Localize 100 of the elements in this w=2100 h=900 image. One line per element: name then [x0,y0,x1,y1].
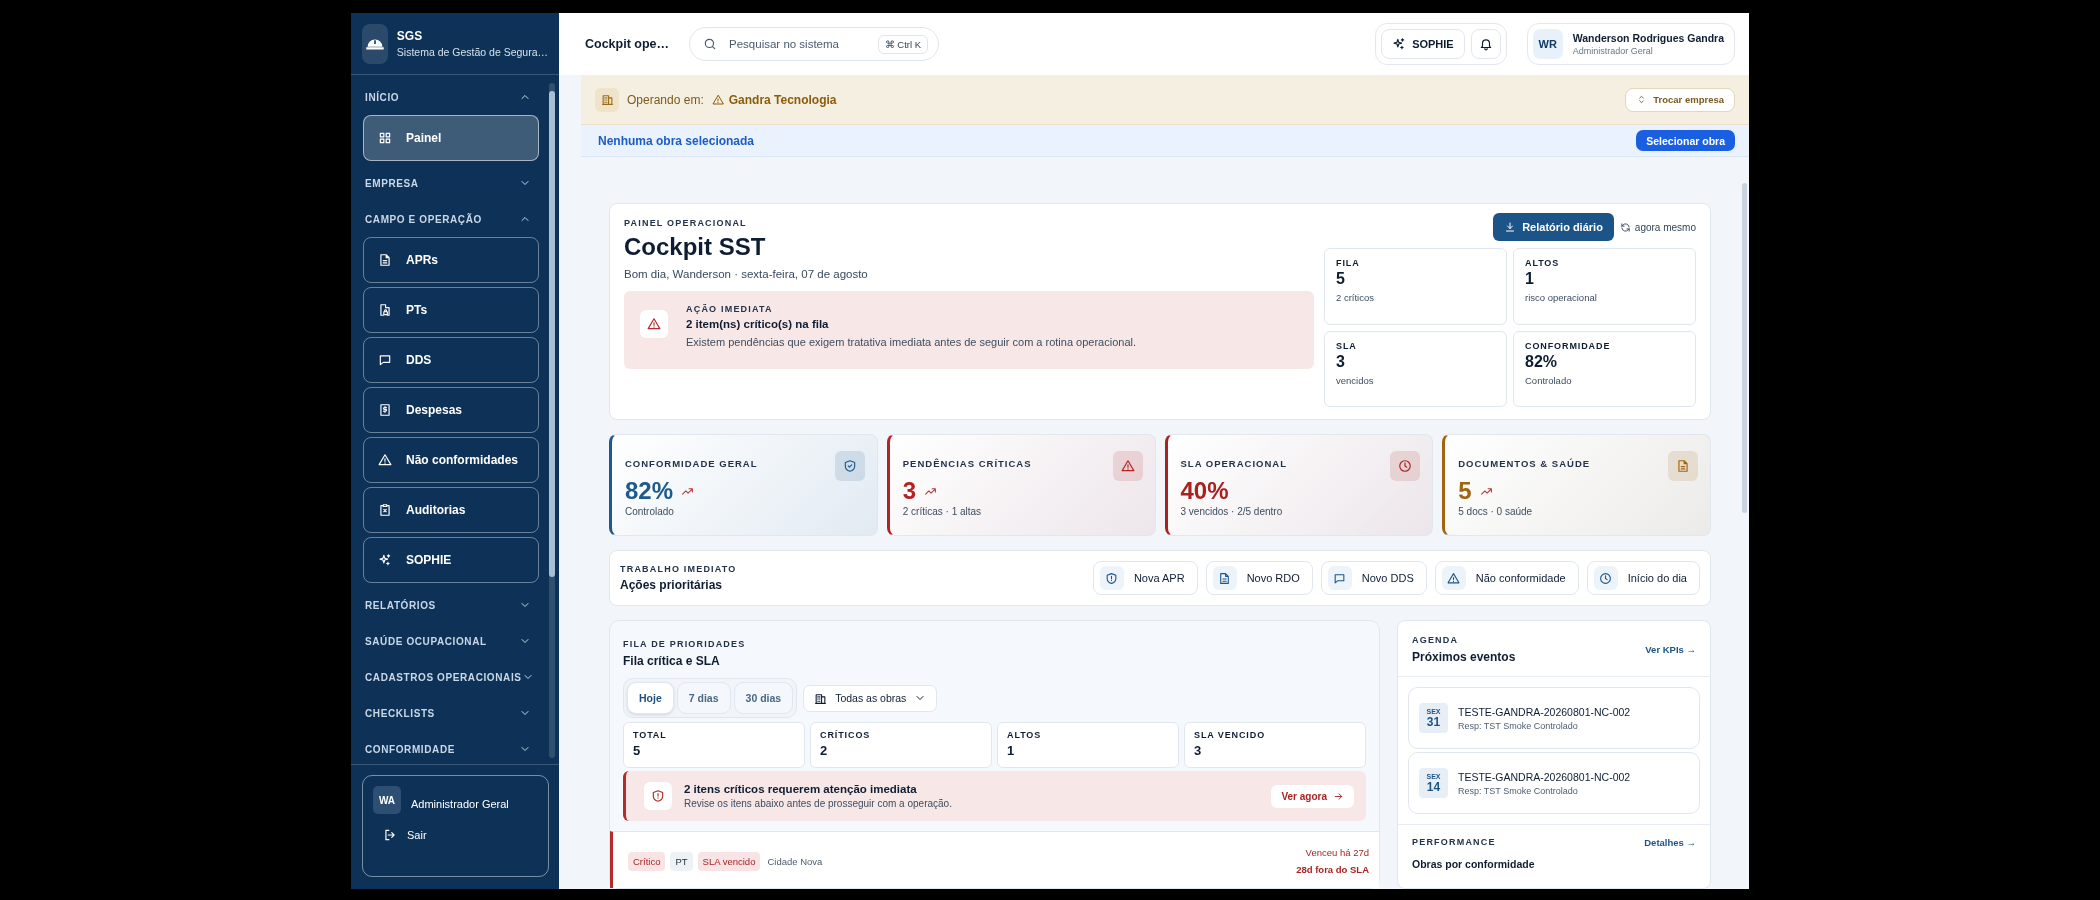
app-name: SGS [396,29,424,43]
stat-note: risco operacional [1525,292,1598,303]
kpi-note: Controlado [625,506,675,517]
event-owner: Resp: TST Smoke Controlado [1458,720,1579,731]
shield-check-icon [842,459,857,473]
event-title: TESTE-GANDRA-20260801-NC-002 [1458,705,1631,718]
alert-text: Existem pendências que exigem tratativa imediata antes de seguir com a rotina operacional. [686,336,1137,348]
stat-label: SLA [1336,340,1358,351]
sidebar-item[interactable]: SOPHIE [363,537,539,583]
scrollbar[interactable] [1742,183,1747,513]
clipboard-icon [378,503,392,517]
site-filter-dropdown[interactable]: Todas as obras [803,684,938,712]
shortcut-hint: ⌘ Ctrl K [877,34,929,54]
sidebar-item[interactable]: Auditorias [363,487,539,533]
stat-label: FILA [1336,258,1361,268]
queue-item[interactable]: Crítico PT SLA vencido Cidade Nova Venceu há 27d 28d fora do SLA [610,831,1379,889]
notifications-button[interactable] [1470,29,1501,59]
view-now-button[interactable]: Ver agora [1271,784,1354,808]
logout-button[interactable]: Sair [373,824,538,846]
user-avatar: WA [373,786,401,814]
user-role: Administrador Geral [1572,46,1654,56]
sidebar-section-header[interactable]: INÍCIO [363,79,539,115]
overdue-text: 28d fora do SLA [1296,863,1369,878]
details-link[interactable]: Detalhes → [1644,837,1696,848]
bell-icon [1478,37,1493,51]
section-subtitle: Obras por conformidade [1412,858,1536,870]
stat-note: vencidos [1336,374,1375,386]
period-tab[interactable]: 7 dias [676,682,731,714]
site-status: Nenhuma obra selecionada [598,133,755,148]
warning-icon [1120,459,1135,473]
sidebar-item[interactable]: Não conformidades [363,437,539,483]
sidebar-section-header[interactable]: EMPRESA [363,165,539,201]
building-icon [814,691,828,705]
user-name: Wanderson Rodrigues Gandra [1572,32,1724,44]
count-label: TOTAL [633,730,668,740]
warning-icon [1447,571,1461,585]
sidebar-section-header[interactable]: RELATÓRIOS [363,587,539,623]
count-label: SLA VENCIDO [1194,730,1267,740]
user-role: Administrador Geral [411,798,509,810]
count-value: 2 [820,743,829,758]
stat-note: 2 críticos [1336,292,1375,303]
period-tab[interactable]: 30 dias [733,682,794,714]
select-site-button[interactable]: Selecionar obra [1636,130,1735,151]
shield-icon [651,789,665,803]
warning-icon [647,317,661,331]
clock-icon [1599,571,1613,585]
alert-title: 2 item(ns) crítico(s) na fila [686,318,830,330]
section-eyebrow: PERFORMANCE [1412,837,1496,848]
sidebar-item[interactable]: PTs [363,287,539,333]
stat-value: 1 [1525,270,1535,288]
quick-action-button[interactable]: Não conformidade [1434,561,1579,595]
refresh-icon [1619,221,1631,233]
quick-action-button[interactable]: Início do dia [1586,561,1700,595]
switch-company-button[interactable]: Trocar empresa [1625,87,1735,112]
document-icon [1676,459,1690,473]
kpi-note: 5 docs · 0 saúde [1458,506,1534,517]
assistant-button[interactable]: SOPHIE [1381,29,1465,59]
period-tab[interactable]: Hoje [627,682,674,714]
kpi-value: 3 [902,477,917,505]
stat-note: Controlado [1525,374,1573,386]
company-name: Gandra Tecnologia [728,92,837,107]
sidebar-item[interactable]: Painel [363,115,539,161]
section-title: Próximos eventos [1412,650,1516,664]
sidebar-item[interactable]: DDS [363,337,539,383]
logout-icon [383,828,397,842]
shield-icon [1105,571,1119,585]
count-label: ALTOS [1007,730,1043,740]
page-title: Cockpit ope… [585,37,670,51]
warning-icon [378,453,392,467]
quick-action-button[interactable]: Novo RDO [1205,561,1313,595]
stat-value: 3 [1336,352,1346,371]
kpi-label: DOCUMENTOS & SAÚDE [1458,458,1591,469]
count-value: 1 [1007,743,1016,758]
quick-action-button[interactable]: Nova APR [1092,561,1198,595]
sidebar-item[interactable]: APRs [363,237,539,283]
app-subtitle: Sistema de Gestão de Segura… [396,46,548,58]
sidebar-section-header[interactable]: CHECKLISTS [363,695,539,731]
sidebar-section-header[interactable]: SAÚDE OCUPACIONAL [363,623,539,659]
user-menu[interactable]: WR Wanderson Rodrigues Gandra Administrador Geral [1526,23,1735,65]
sidebar-item[interactable]: Despesas [363,387,539,433]
arrow-right-icon [1333,790,1344,802]
sparkles-icon [1392,37,1407,51]
alert-title: 2 itens críticos requerem atenção imediata [684,783,918,795]
sidebar-section-header[interactable]: CADASTROS OPERACIONAIS [363,659,539,695]
location-text: Cidade Nova [767,855,823,867]
report-button[interactable]: Relatório diário [1493,213,1614,241]
sidebar-section-header[interactable]: CAMPO E OPERAÇÃO [363,201,539,237]
quick-action-button[interactable]: Novo DDS [1320,561,1427,595]
scrollbar[interactable] [549,83,555,758]
status-tag: Crítico [628,851,666,871]
dashboard-title: Cockpit SST [624,233,767,261]
kpis-link[interactable]: Ver KPIs → [1645,644,1696,655]
search-input[interactable]: Pesquisar no sistema [727,37,868,51]
alert-text: Revise os itens abaixo antes de prosseguir com a operação. [684,798,952,809]
due-text: Venceu há 27d [1304,846,1369,860]
chat-icon [378,353,392,367]
refresh-status[interactable]: agora mesmo [1619,221,1696,233]
clock-icon [1398,459,1413,473]
section-eyebrow: TRABALHO IMEDIATO [620,564,737,574]
sidebar-section-header[interactable]: CONFORMIDADE [363,731,539,764]
